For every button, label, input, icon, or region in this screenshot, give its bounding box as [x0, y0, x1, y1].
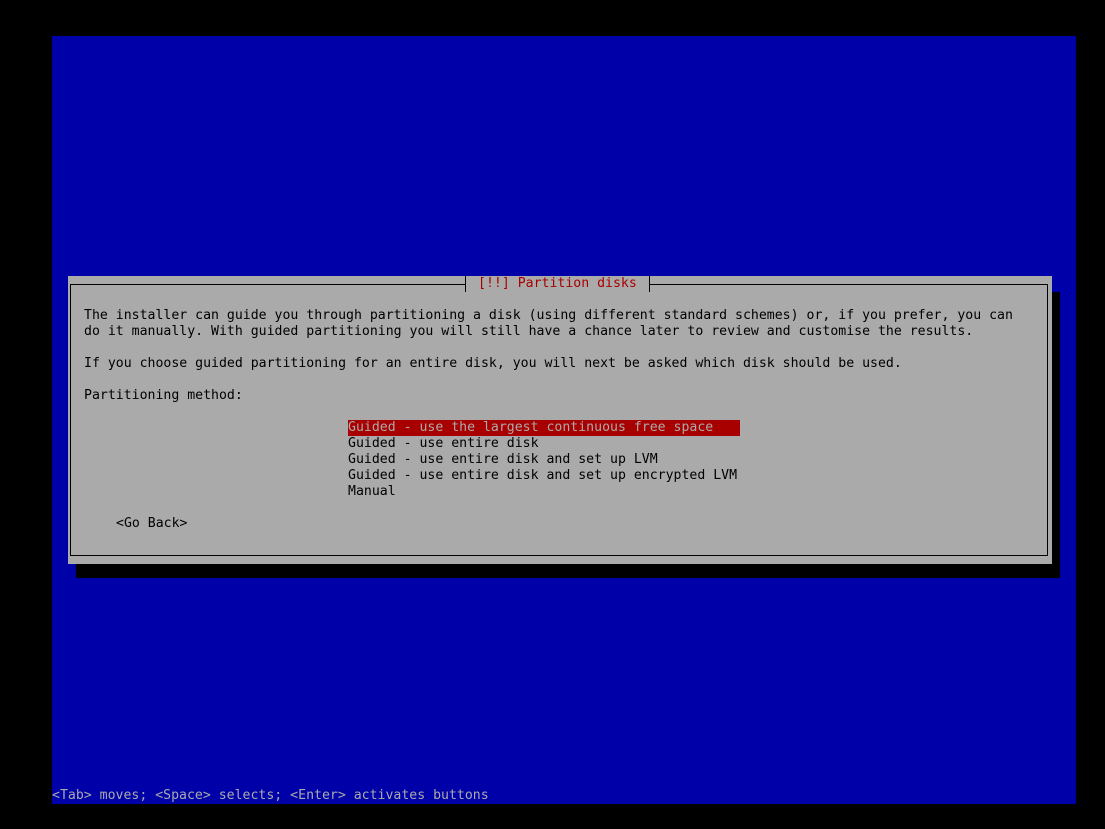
option-guided-entire-disk-lvm[interactable]: Guided - use entire disk and set up LVM — [348, 452, 740, 468]
intro-text-line-2: do it manually. With guided partitioning… — [84, 324, 974, 339]
guided-info-text: If you choose guided partitioning for an… — [84, 356, 902, 371]
status-bar-hint: <Tab> moves; <Space> selects; <Enter> ac… — [52, 788, 489, 803]
partition-disks-dialog: [!!] Partition disks The installer can g… — [68, 276, 1052, 564]
option-guided-entire-disk[interactable]: Guided - use entire disk — [348, 436, 740, 452]
option-manual[interactable]: Manual — [348, 484, 740, 500]
intro-text-line-1: The installer can guide you through part… — [84, 308, 1013, 323]
partitioning-method-label: Partitioning method: — [84, 388, 243, 403]
partitioning-method-list: Guided - use the largest continuous free… — [348, 420, 740, 500]
go-back-button[interactable]: <Go Back> — [116, 516, 187, 532]
option-guided-entire-disk-encrypted-lvm[interactable]: Guided - use entire disk and set up encr… — [348, 468, 740, 484]
option-guided-largest-free-space[interactable]: Guided - use the largest continuous free… — [348, 420, 740, 436]
dialog-title: [!!] Partition disks — [465, 276, 650, 292]
